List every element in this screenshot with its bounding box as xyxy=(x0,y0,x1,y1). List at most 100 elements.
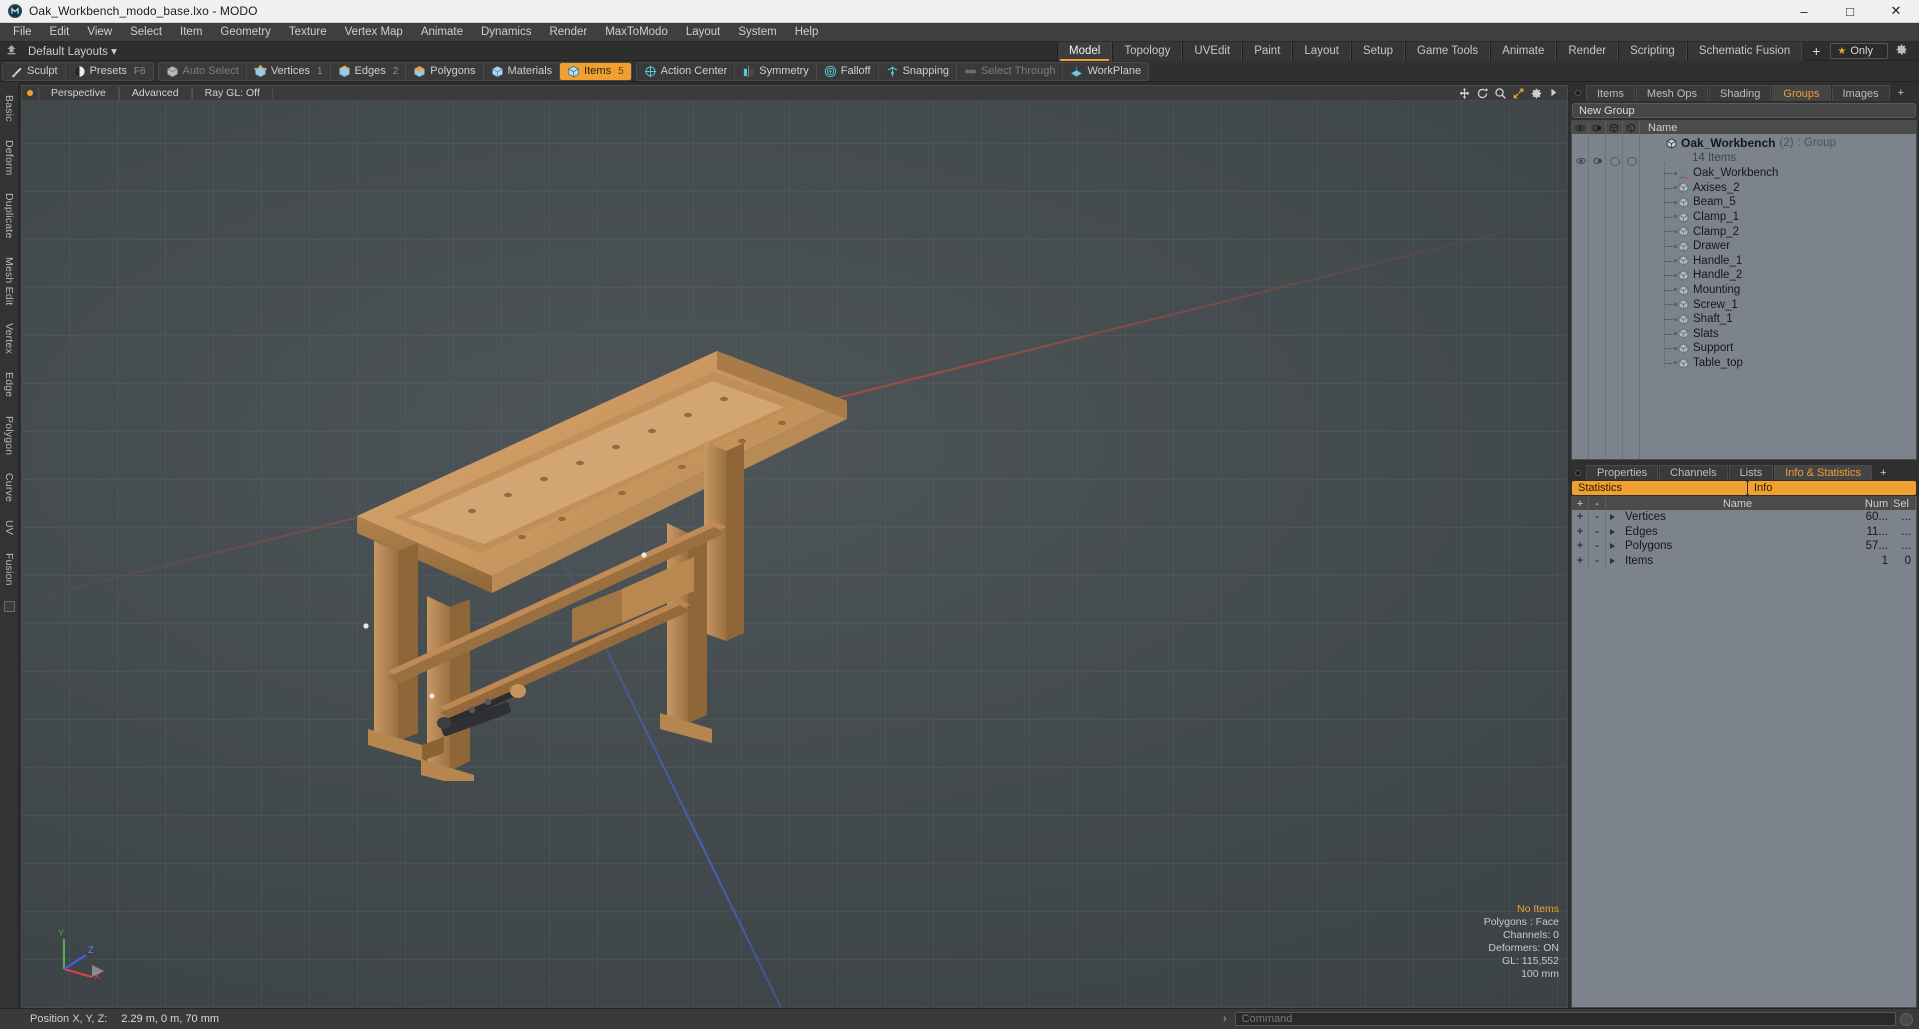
mode-button-presets[interactable]: Presets F6 xyxy=(66,63,153,80)
menu-item-edit[interactable]: Edit xyxy=(41,23,79,42)
tree-item-row[interactable]: Handle_2 xyxy=(1640,268,1916,283)
left-tab-uv[interactable]: UV xyxy=(3,511,15,544)
tree-item-row[interactable]: Screw_1 xyxy=(1640,297,1916,312)
layout-tab-schematic-fusion[interactable]: Schematic Fusion xyxy=(1686,41,1803,61)
viewport-shading-button[interactable]: Advanced xyxy=(118,86,192,100)
menu-item-select[interactable]: Select xyxy=(121,23,171,42)
menu-item-maxtomodo[interactable]: MaxToModo xyxy=(596,23,677,42)
row-select-toggle[interactable] xyxy=(1623,156,1640,166)
command-arrow-icon[interactable]: › xyxy=(1219,1013,1231,1025)
panel-menu-dot-icon[interactable] xyxy=(1571,85,1585,101)
rotate-icon[interactable] xyxy=(1476,87,1489,100)
command-help-icon[interactable] xyxy=(1900,1012,1913,1026)
menu-item-system[interactable]: System xyxy=(729,23,785,42)
menu-item-item[interactable]: Item xyxy=(171,23,211,42)
menu-item-layout[interactable]: Layout xyxy=(677,23,730,42)
zoom-icon[interactable] xyxy=(1494,87,1507,100)
row-render-icon[interactable] xyxy=(1589,156,1606,166)
tree-item-row[interactable]: Slats xyxy=(1640,327,1916,342)
info-tab-info-statistics[interactable]: Info & Statistics xyxy=(1774,465,1873,480)
info-tab-channels[interactable]: Channels xyxy=(1659,465,1728,480)
viewport-raygl-button[interactable]: Ray GL: Off xyxy=(191,86,273,100)
stat-remove-button[interactable]: - xyxy=(1589,539,1606,554)
info-tab-lists[interactable]: Lists xyxy=(1728,465,1774,480)
viewport-mode-button[interactable]: Perspective xyxy=(38,86,119,100)
mode-button-falloff[interactable]: Falloff xyxy=(817,62,879,80)
stat-add-button[interactable]: + xyxy=(1572,539,1589,554)
mode-button-select-through[interactable]: Select Through xyxy=(957,62,1064,80)
group-row-toggles[interactable] xyxy=(1572,153,1640,169)
menu-item-texture[interactable]: Texture xyxy=(280,23,336,42)
mode-button-symmetry[interactable]: Symmetry xyxy=(735,62,817,80)
statistics-row[interactable]: + - Items 1 0 xyxy=(1572,553,1916,569)
eye-icon[interactable] xyxy=(1572,121,1589,134)
expand-caret-icon[interactable] xyxy=(1610,558,1615,565)
stat-add-button[interactable]: + xyxy=(1572,510,1589,525)
left-tab-mesh-edit[interactable]: Mesh Edit xyxy=(3,248,15,315)
panel-tab-images[interactable]: Images xyxy=(1831,85,1890,101)
panel-tab-shading[interactable]: Shading xyxy=(1709,85,1772,101)
mode-button-sculpt[interactable]: Sculpt xyxy=(3,62,66,80)
maximize-button[interactable]: □ xyxy=(1827,0,1873,22)
mode-button-vertices[interactable]: Vertices 1 xyxy=(247,62,331,80)
group-tree-body[interactable]: Oak_Workbench (2): Group 14 Items Oak_Workb… xyxy=(1572,134,1916,459)
only-button[interactable]: ★ Only xyxy=(1830,43,1888,59)
layout-tab-game-tools[interactable]: Game Tools xyxy=(1405,41,1491,61)
statistics-row[interactable]: + - Polygons 57...... xyxy=(1572,539,1916,554)
add-layout-tab-button[interactable]: + xyxy=(1802,42,1830,61)
left-tab-edge[interactable]: Edge xyxy=(3,363,15,406)
tree-item-row[interactable]: Support xyxy=(1640,341,1916,356)
left-tab-fusion[interactable]: Fusion xyxy=(3,544,15,595)
gear-icon[interactable] xyxy=(1530,87,1543,100)
stat-add-button[interactable]: + xyxy=(1572,524,1589,540)
minimize-button[interactable]: – xyxy=(1781,0,1827,22)
layout-tab-paint[interactable]: Paint xyxy=(1242,41,1293,61)
menu-item-file[interactable]: File xyxy=(4,23,41,42)
layout-tab-scripting[interactable]: Scripting xyxy=(1618,41,1687,61)
row-lock-toggle[interactable] xyxy=(1606,156,1623,166)
command-input[interactable] xyxy=(1234,1012,1896,1026)
layout-tab-render[interactable]: Render xyxy=(1556,41,1619,61)
row-eye-icon[interactable] xyxy=(1572,156,1589,166)
menu-item-animate[interactable]: Animate xyxy=(412,23,472,42)
layout-tab-setup[interactable]: Setup xyxy=(1350,41,1405,61)
layout-home-icon[interactable] xyxy=(0,44,22,58)
render-visibility-icon[interactable] xyxy=(1589,121,1606,134)
tree-item-row[interactable]: Table_top xyxy=(1640,356,1916,371)
stat-remove-button[interactable]: - xyxy=(1589,524,1606,540)
mode-button-auto-select[interactable]: Auto Select xyxy=(159,62,247,80)
new-group-field[interactable]: New Group xyxy=(1572,103,1916,118)
tree-item-row[interactable]: Drawer xyxy=(1640,239,1916,254)
mode-button-materials[interactable]: Materials xyxy=(484,62,561,80)
mode-button-polygons[interactable]: Polygons xyxy=(406,62,484,80)
layout-tab-layout[interactable]: Layout xyxy=(1292,41,1351,61)
viewport-menu-dot-icon[interactable] xyxy=(27,90,33,96)
left-tab-curve[interactable]: Curve xyxy=(3,464,15,511)
menu-item-help[interactable]: Help xyxy=(786,23,828,42)
pan-icon[interactable] xyxy=(1458,87,1471,100)
default-layouts-dropdown[interactable]: Default Layouts ▾ xyxy=(22,44,123,58)
menu-item-geometry[interactable]: Geometry xyxy=(211,23,280,42)
expand-arrow-icon[interactable] xyxy=(1548,87,1561,100)
left-tab-basic[interactable]: Basic xyxy=(3,86,15,131)
close-button[interactable]: ✕ xyxy=(1873,0,1919,22)
tree-item-row[interactable]: Mounting xyxy=(1640,283,1916,298)
group-tree[interactable]: Name Oak_Workbench (2): Group 14 Items O… xyxy=(1571,120,1917,460)
statistics-row[interactable]: + - Vertices 60...... xyxy=(1572,510,1916,525)
left-tab-deform[interactable]: Deform xyxy=(3,131,15,185)
statistics-tab[interactable]: Statistics xyxy=(1572,481,1747,495)
mode-button-items[interactable]: Items 5 xyxy=(560,62,631,80)
tree-item-row[interactable]: Handle_1 xyxy=(1640,254,1916,269)
layout-tab-uvedit[interactable]: UVEdit xyxy=(1182,41,1243,61)
panel-tab-items[interactable]: Items xyxy=(1586,85,1635,101)
menu-item-dynamics[interactable]: Dynamics xyxy=(472,23,540,42)
mode-button-snapping[interactable]: Snapping xyxy=(879,62,958,80)
tree-item-row[interactable]: Beam_5 xyxy=(1640,195,1916,210)
gear-icon[interactable] xyxy=(1888,43,1915,59)
menu-item-render[interactable]: Render xyxy=(540,23,596,42)
left-tab-polygon[interactable]: Polygon xyxy=(3,407,15,464)
statistics-row[interactable]: + - Edges 11...... xyxy=(1572,524,1916,540)
group-row[interactable]: Oak_Workbench (2): Group xyxy=(1640,136,1916,151)
expand-caret-icon[interactable] xyxy=(1610,528,1615,535)
expand-caret-icon[interactable] xyxy=(1610,514,1615,521)
